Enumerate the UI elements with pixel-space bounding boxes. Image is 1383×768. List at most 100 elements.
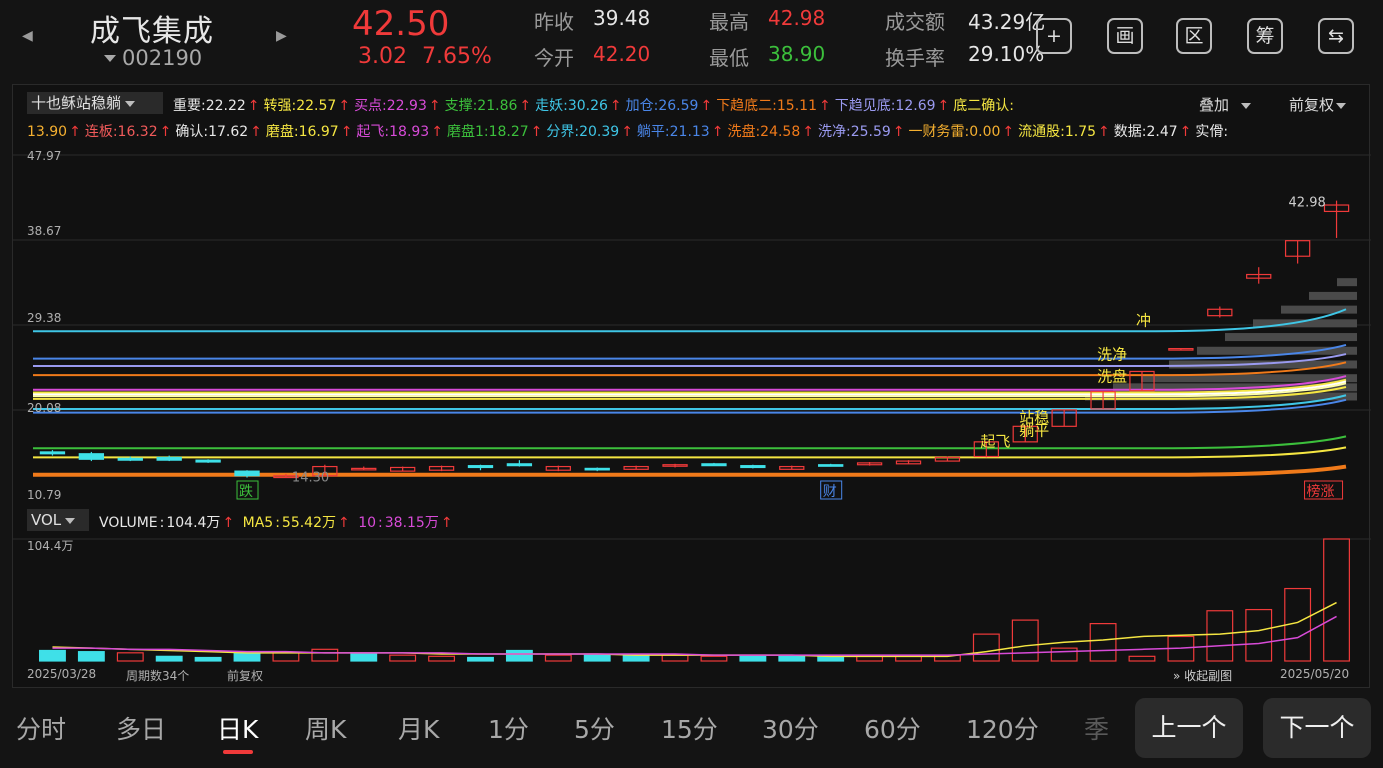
volume-bar bbox=[1128, 655, 1156, 662]
next-stock-button[interactable]: 下一个 bbox=[1263, 698, 1371, 758]
adjust-mode: 前复权 bbox=[227, 669, 264, 683]
tab-30min[interactable]: 30分 bbox=[762, 710, 819, 746]
candle-body bbox=[467, 465, 494, 469]
indicator-line bbox=[33, 435, 1347, 450]
indicator-selector[interactable]: 十也稣站稳躺 bbox=[27, 92, 163, 114]
code-dropdown-icon[interactable] bbox=[104, 55, 116, 62]
indicator-value: 走妖:30.26 bbox=[535, 98, 608, 114]
signal-label: 洗净 bbox=[1097, 346, 1127, 364]
candle-body bbox=[818, 464, 844, 467]
candle-body bbox=[234, 470, 260, 477]
up-arrow-icon: ↑ bbox=[621, 124, 633, 140]
volume-bar bbox=[428, 655, 456, 662]
volume-bar bbox=[972, 633, 1000, 662]
tab-weekly-k[interactable]: 周K bbox=[305, 710, 346, 746]
volume-bar bbox=[661, 654, 689, 662]
volume-bar bbox=[583, 654, 611, 662]
high-value: 42.98 bbox=[768, 6, 826, 30]
next-stock-arrow-icon[interactable]: ▶ bbox=[276, 28, 287, 44]
indicator-line bbox=[33, 343, 1347, 360]
add-icon[interactable]: + bbox=[1036, 18, 1072, 54]
indicator-values-row-1: 重要:22.22 ↑ 转强:22.57 ↑ 买点:22.93 ↑ 支撑:21.86 ↑ 走妖:3… bbox=[173, 95, 1016, 115]
tab-intraday[interactable]: 分时 bbox=[16, 710, 66, 746]
quote-header: ◀ 成飞集成 ▶ 002190 42.50 3.02 7.65% 昨收 39.4… bbox=[0, 0, 1383, 82]
volume-bar bbox=[739, 655, 767, 662]
signal-label: 躺平 bbox=[1019, 421, 1049, 439]
indicator-line bbox=[33, 361, 1347, 377]
up-arrow-icon: ↑ bbox=[1002, 124, 1015, 140]
indicator-name: 十也稣站稳躺 bbox=[31, 94, 122, 112]
indicator-line bbox=[33, 398, 1347, 414]
volume-bar bbox=[272, 652, 300, 662]
up-arrow-icon: ↑ bbox=[700, 98, 713, 114]
volume-bar bbox=[1206, 610, 1234, 662]
indicator-value: 支撑:21.86 bbox=[444, 98, 518, 114]
start-date: 2025/03/28 bbox=[27, 667, 97, 681]
collapse-subchart-button[interactable]: » 收起副图 bbox=[1173, 667, 1232, 684]
indicator-value: 重要:22.22 bbox=[173, 98, 246, 114]
tab-120min[interactable]: 120分 bbox=[966, 710, 1039, 746]
chevrons-down-icon: » bbox=[1173, 669, 1181, 683]
tab-60min[interactable]: 60分 bbox=[864, 710, 921, 746]
candle-body bbox=[584, 467, 610, 471]
volume-indicator-selector[interactable]: VOL bbox=[27, 509, 89, 531]
indicator-value: 磨盘1:18.27 bbox=[446, 124, 529, 140]
adjust-label: 前复权 bbox=[1289, 96, 1335, 114]
signal-label: 冲 bbox=[1136, 312, 1151, 330]
volume-bar bbox=[1245, 608, 1273, 662]
signal-label: 起飞 bbox=[980, 432, 1010, 450]
adjust-button[interactable]: 前复权 bbox=[1289, 94, 1347, 115]
up-arrow-icon: ↑ bbox=[609, 98, 622, 114]
up-arrow-icon: ↑ bbox=[711, 124, 724, 140]
period-tab-bar: 分时 多日 日K 周K 月K 1分 5分 15分 30分 60分 120分 季 … bbox=[0, 692, 1383, 768]
up-arrow-icon: ↑ bbox=[802, 124, 814, 140]
chip-bar bbox=[1309, 291, 1357, 300]
indicator-values-row-2: 13.90 ↑ 连板:16.32 ↑ 确认:17.62 ↑ 磨盘:16.97 ↑ 起飞:18.9… bbox=[27, 121, 1367, 141]
tab-daily-k[interactable]: 日K bbox=[217, 710, 258, 746]
indicator-value: 转强:22.57 bbox=[263, 98, 337, 114]
tab-1min[interactable]: 1分 bbox=[488, 710, 529, 746]
chip-bar bbox=[1337, 278, 1357, 287]
indicator-value: 起飞:18.93 bbox=[356, 124, 430, 140]
candle-body bbox=[506, 463, 533, 467]
period-count: 周期数34个 bbox=[126, 669, 190, 683]
open-value: 42.20 bbox=[593, 42, 651, 66]
overlay-button[interactable]: 叠加 bbox=[1199, 94, 1252, 115]
amount-value: 43.29亿 bbox=[968, 10, 1046, 34]
up-arrow-icon: ↑ bbox=[428, 98, 441, 114]
prev-stock-button[interactable]: 上一个 bbox=[1135, 698, 1243, 758]
stock-code[interactable]: 002190 bbox=[122, 46, 202, 70]
tab-15min[interactable]: 15分 bbox=[661, 710, 718, 746]
indicator-value: 13.90 bbox=[27, 124, 68, 140]
event-badge-label: 榜涨 bbox=[1307, 483, 1335, 500]
tab-quarterly[interactable]: 季 bbox=[1084, 710, 1109, 746]
ma5-line bbox=[52, 601, 1337, 658]
turnover-value: 29.10% bbox=[968, 42, 1045, 66]
chevron-down-icon bbox=[1336, 102, 1347, 109]
chip-icon[interactable]: 筹 bbox=[1247, 18, 1283, 54]
indicator-value: 实傦: bbox=[1195, 124, 1229, 140]
switch-icon[interactable]: ⇆ bbox=[1318, 18, 1354, 54]
up-arrow-icon: ↑ bbox=[818, 98, 831, 114]
volume-value: 104.4万 bbox=[166, 515, 221, 531]
price-change-pct: 7.65% bbox=[422, 44, 492, 69]
candle-body bbox=[156, 456, 182, 461]
chevron-down-icon bbox=[125, 100, 136, 107]
tab-5min[interactable]: 5分 bbox=[574, 710, 615, 746]
up-arrow-icon: ↑ bbox=[250, 124, 262, 140]
candle-body bbox=[701, 463, 727, 467]
tab-multiday[interactable]: 多日 bbox=[116, 710, 166, 746]
drawing-icon[interactable]: 画 bbox=[1107, 18, 1143, 54]
volume-chart[interactable] bbox=[13, 533, 1371, 663]
up-arrow-icon: ↑ bbox=[431, 124, 443, 140]
indicator-value: 洗盘:24.58 bbox=[727, 124, 801, 140]
prev-stock-arrow-icon[interactable]: ◀ bbox=[22, 28, 33, 44]
indicator-line bbox=[33, 464, 1347, 477]
tab-monthly-k[interactable]: 月K bbox=[398, 710, 439, 746]
amount-label: 成交额 bbox=[885, 10, 945, 34]
indicator-value: 一财务雷:0.00 bbox=[908, 124, 1001, 140]
kline-chart[interactable]: 42.9814.30冲洗净洗盘站稳躺平起飞跌财榜涨 bbox=[13, 145, 1371, 505]
collapse-label: 收起副图 bbox=[1184, 669, 1233, 683]
indicator-value: 确认:17.62 bbox=[175, 124, 249, 140]
range-icon[interactable]: 区 bbox=[1176, 18, 1212, 54]
